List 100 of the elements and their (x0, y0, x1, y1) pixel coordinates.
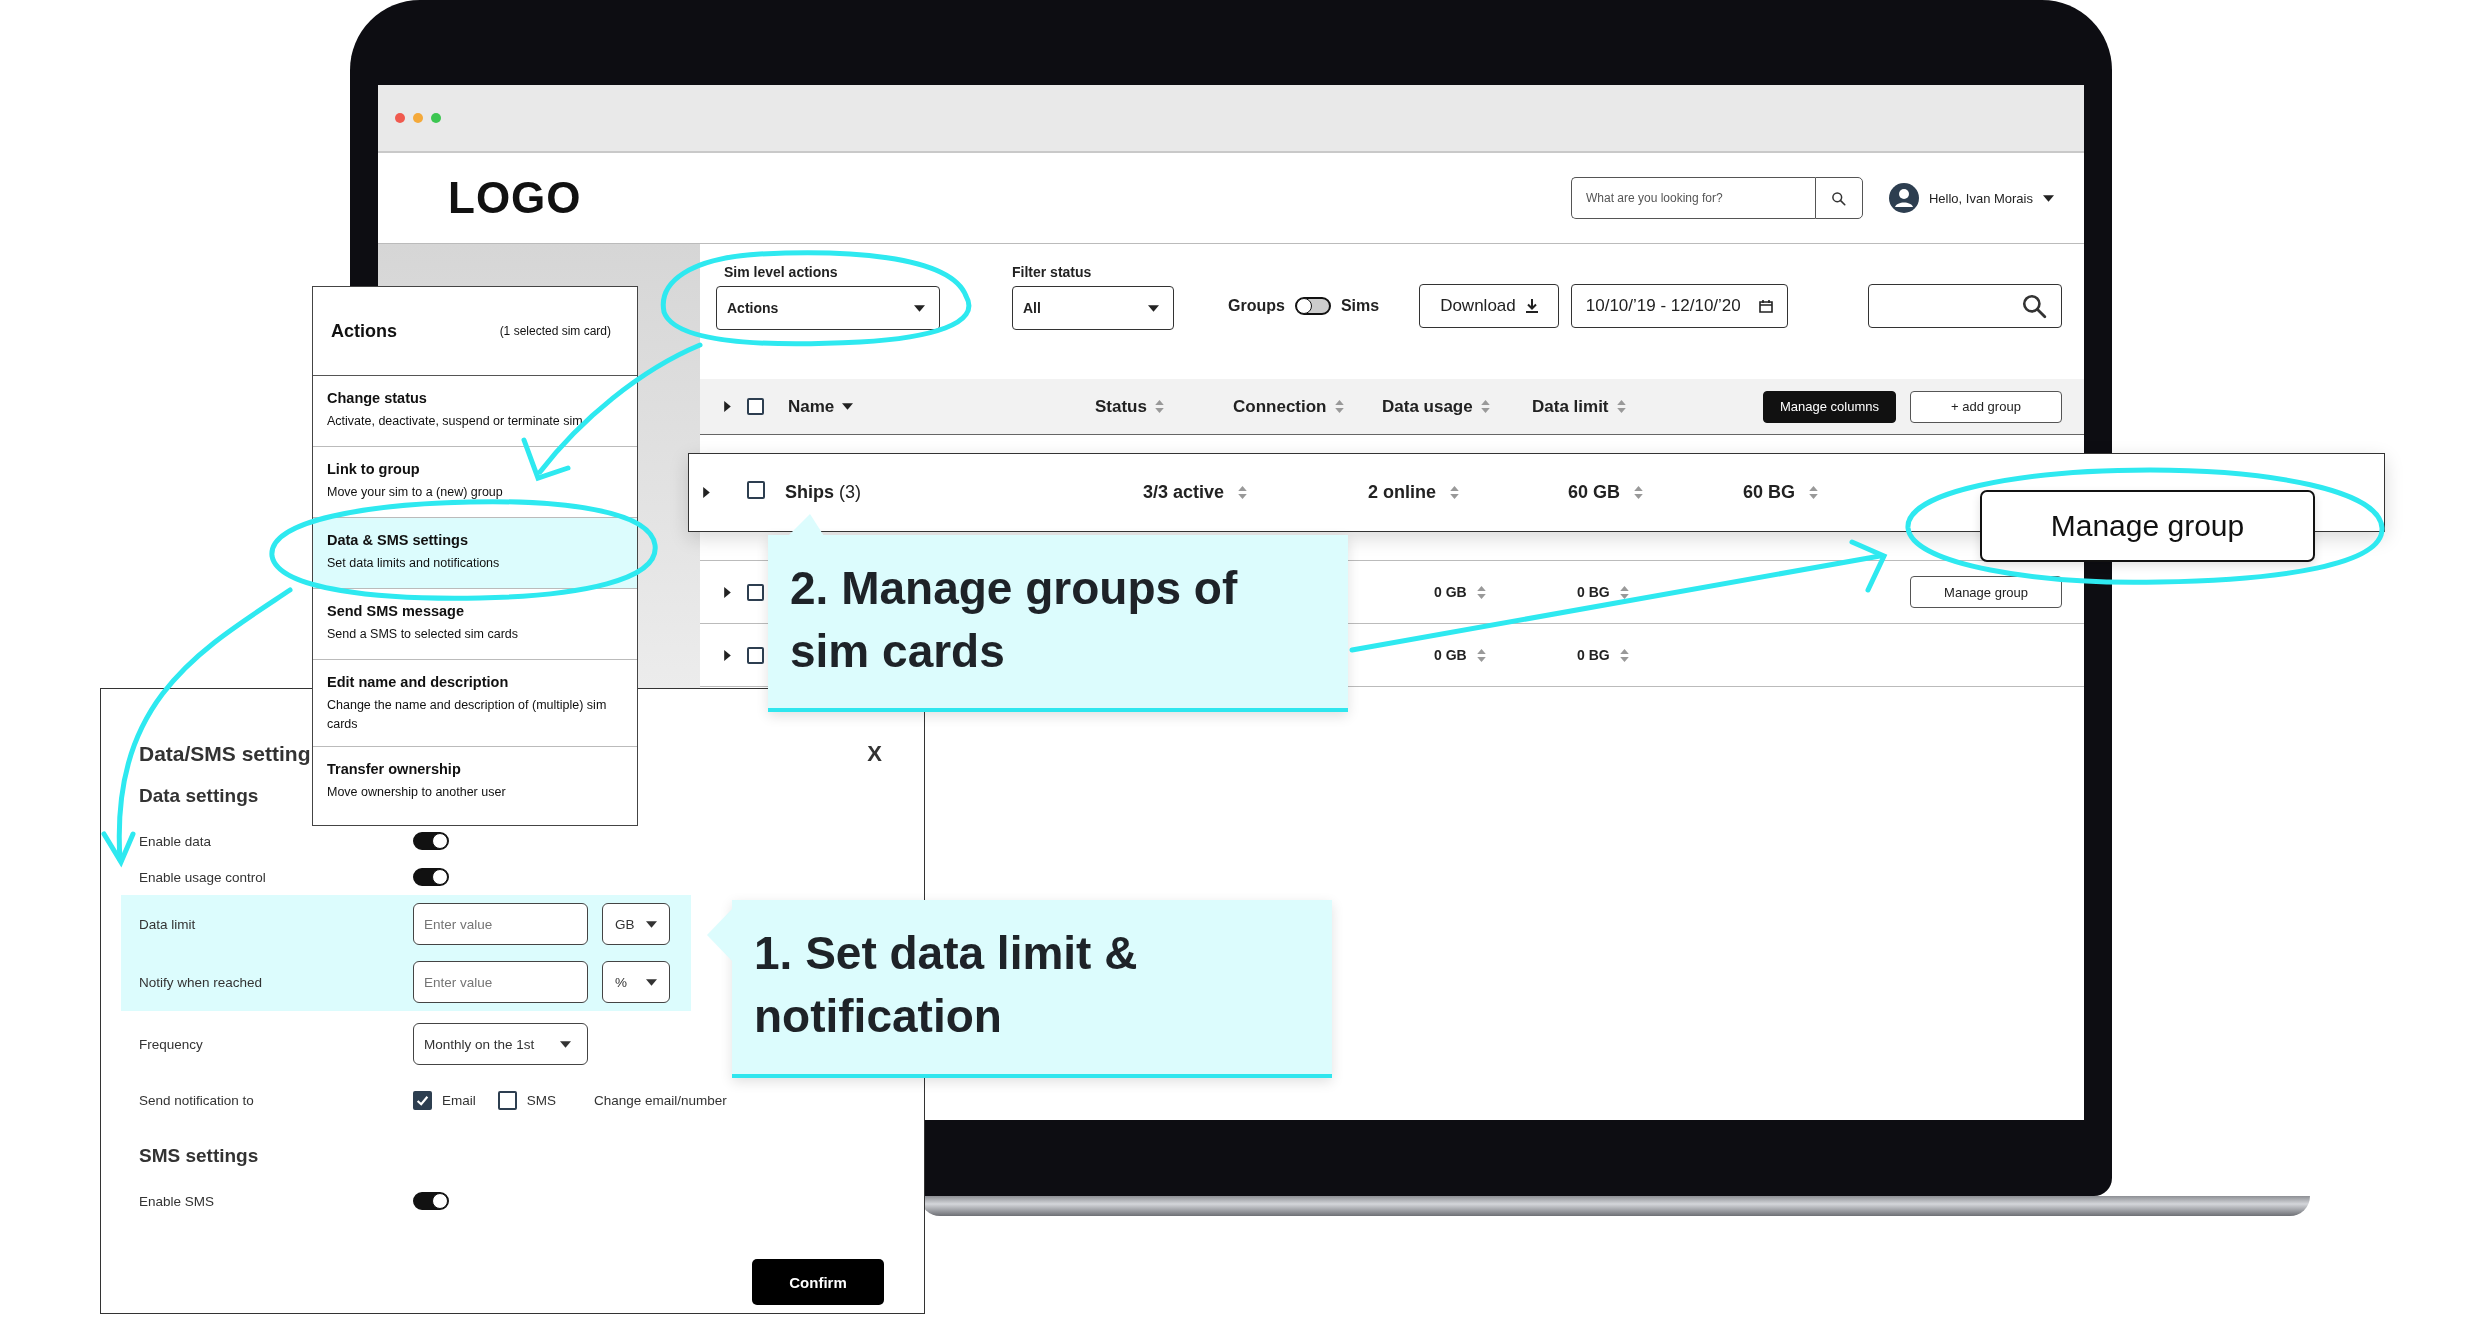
add-group-button[interactable]: + add group (1910, 390, 2062, 423)
sort-icon (1480, 399, 1490, 414)
toggle-label: Groups (1228, 297, 1285, 315)
menu-title: Actions (331, 320, 397, 342)
table-cell: 2 online (1368, 482, 1436, 503)
actions-dropdown[interactable]: Actions (716, 286, 940, 330)
expand-caret-icon (703, 487, 710, 498)
sort-icon (1476, 647, 1486, 663)
caret-icon (646, 920, 657, 928)
sort-icon (1238, 485, 1248, 500)
expand-caret-icon (724, 401, 731, 412)
toggle-switch[interactable] (1294, 297, 1331, 315)
field-label: Frequency (139, 1036, 204, 1052)
caret-icon (842, 403, 854, 410)
checkbox[interactable] (747, 583, 764, 601)
sort-icon (1616, 399, 1626, 414)
field-label: Notify when reached (139, 974, 264, 990)
sort-icon (1476, 584, 1486, 600)
table-cell: 3/3 active (1143, 482, 1225, 503)
date-range-field[interactable]: 10/10/’19 - 12/10/’20 (1570, 284, 1788, 328)
caret-icon (1148, 304, 1159, 312)
menu-item-description: Send a SMS to selected sim cards (327, 626, 520, 643)
calendar-icon (1758, 299, 1773, 313)
logo: LOGO (448, 173, 582, 223)
table-cell: 60 BG (1743, 482, 1796, 503)
search-icon (1831, 190, 1847, 206)
caret-icon (646, 978, 657, 986)
column-header[interactable]: Name (788, 396, 835, 417)
download-icon (1525, 299, 1538, 313)
column-header[interactable]: Data limit (1532, 396, 1609, 417)
field-label: Sim level actions (723, 264, 839, 280)
checkbox-label: Email (442, 1092, 476, 1108)
menu-item[interactable]: Data & SMS settings Set data limits and notifications (313, 518, 637, 589)
user-greeting[interactable]: Hello, Ivan Morais (1928, 190, 2033, 206)
table-cell: 0 BG (1577, 647, 1610, 663)
checkbox[interactable] (747, 481, 765, 499)
field-label: Enable SMS (139, 1193, 216, 1209)
menu-item-title: Edit name and description (327, 674, 510, 690)
check-icon (416, 1093, 429, 1107)
frequency-dropdown[interactable]: Monthly on the 1st (413, 1023, 588, 1065)
toggle-switch[interactable] (413, 832, 449, 850)
toggle-switch[interactable] (413, 868, 449, 886)
callout-text: 1. Set data limit & notification (754, 926, 1139, 1045)
unit-dropdown[interactable]: GB (602, 903, 670, 945)
caret-icon (914, 304, 925, 312)
menu-item-title: Link to group (327, 461, 421, 477)
sort-icon (1634, 485, 1644, 500)
sort-icon (1334, 399, 1344, 414)
input-field[interactable]: Enter value (413, 903, 588, 945)
expand-caret-icon (724, 586, 731, 598)
sort-icon (1450, 485, 1459, 500)
toggle-switch[interactable] (413, 1192, 449, 1210)
input-field[interactable]: Enter value (413, 961, 588, 1003)
manage-group-button[interactable]: Manage group (1980, 490, 2315, 562)
toggle-label: Sims (1340, 297, 1380, 315)
column-header[interactable]: Status (1095, 396, 1147, 417)
manage-columns-button[interactable]: Manage columns (1763, 390, 1896, 423)
checkbox[interactable] (413, 1090, 432, 1110)
search-input[interactable]: What are you looking for? (1570, 177, 1815, 219)
column-header[interactable]: Data usage (1382, 396, 1473, 417)
checkbox[interactable] (747, 646, 764, 664)
avatar-icon (1888, 183, 1919, 213)
callout-text: 2. Manage groups of sim cards (790, 561, 1239, 680)
sort-icon (1619, 647, 1629, 663)
manage-group-button[interactable]: Manage group (1910, 576, 2062, 608)
sort-icon (1619, 584, 1629, 600)
checkbox[interactable] (497, 1090, 517, 1110)
column-header[interactable]: Connection (1233, 396, 1327, 417)
change-contact-link[interactable]: Change email/number (594, 1092, 727, 1108)
confirm-button[interactable]: Confirm (752, 1259, 884, 1305)
caret-icon (2043, 194, 2054, 202)
dialog-title: Data/SMS setting (139, 742, 311, 766)
status-dropdown[interactable]: All (1012, 286, 1174, 330)
sort-icon (1154, 399, 1164, 414)
table-cell: 0 BG (1577, 584, 1610, 600)
field-label: Data limit (139, 916, 197, 932)
group-name[interactable]: Ships (3) (785, 482, 862, 502)
menu-item[interactable]: Change status Activate, deactivate, suspend or terminate sim (313, 376, 637, 447)
section-heading: SMS settings (139, 1145, 259, 1167)
menu-subtitle: (1 selected sim card) (499, 324, 611, 338)
menu-item-title: Transfer ownership (327, 760, 462, 777)
menu-item[interactable]: Edit name and description Change the name and description of (multiple) sim cards (313, 660, 637, 747)
field-label: Send notification to (139, 1092, 255, 1108)
checkbox[interactable] (747, 398, 764, 415)
menu-item[interactable]: Send SMS message Send a SMS to selected sim cards (313, 589, 637, 660)
table-cell: 0 GB (1434, 647, 1467, 663)
caret-icon (560, 1040, 571, 1048)
search-icon (2021, 293, 2047, 319)
menu-item[interactable]: Transfer ownership Move ownership to another user (313, 746, 637, 817)
field-label: Filter status (1012, 264, 1093, 280)
field-label: Enable data (139, 833, 213, 849)
close-button[interactable]: X (867, 741, 882, 767)
search-button[interactable] (1814, 177, 1863, 219)
search-field[interactable] (1868, 284, 2062, 328)
unit-dropdown[interactable]: % (602, 961, 670, 1003)
table-cell: 60 GB (1568, 482, 1621, 503)
menu-item-description: Activate, deactivate, suspend or terminate sim (327, 413, 584, 430)
menu-item-description: Move your sim to a (new) group (327, 484, 504, 501)
download-button[interactable]: Download (1419, 284, 1559, 328)
sort-icon (1809, 485, 1819, 500)
